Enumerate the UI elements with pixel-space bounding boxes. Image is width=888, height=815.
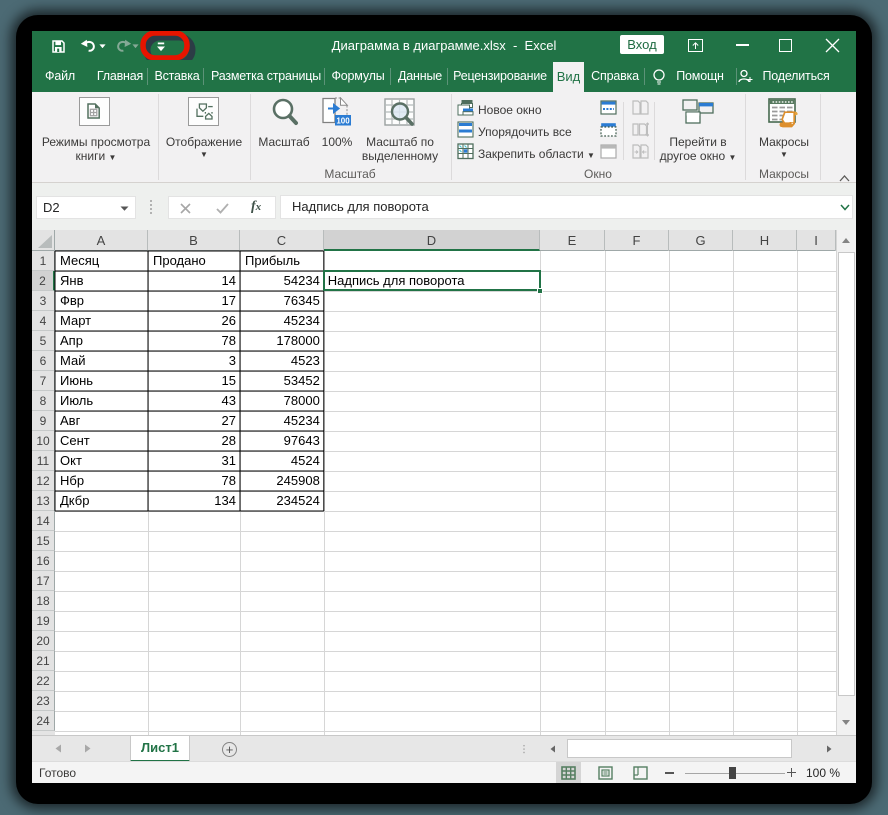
- svg-text:100: 100: [336, 117, 350, 126]
